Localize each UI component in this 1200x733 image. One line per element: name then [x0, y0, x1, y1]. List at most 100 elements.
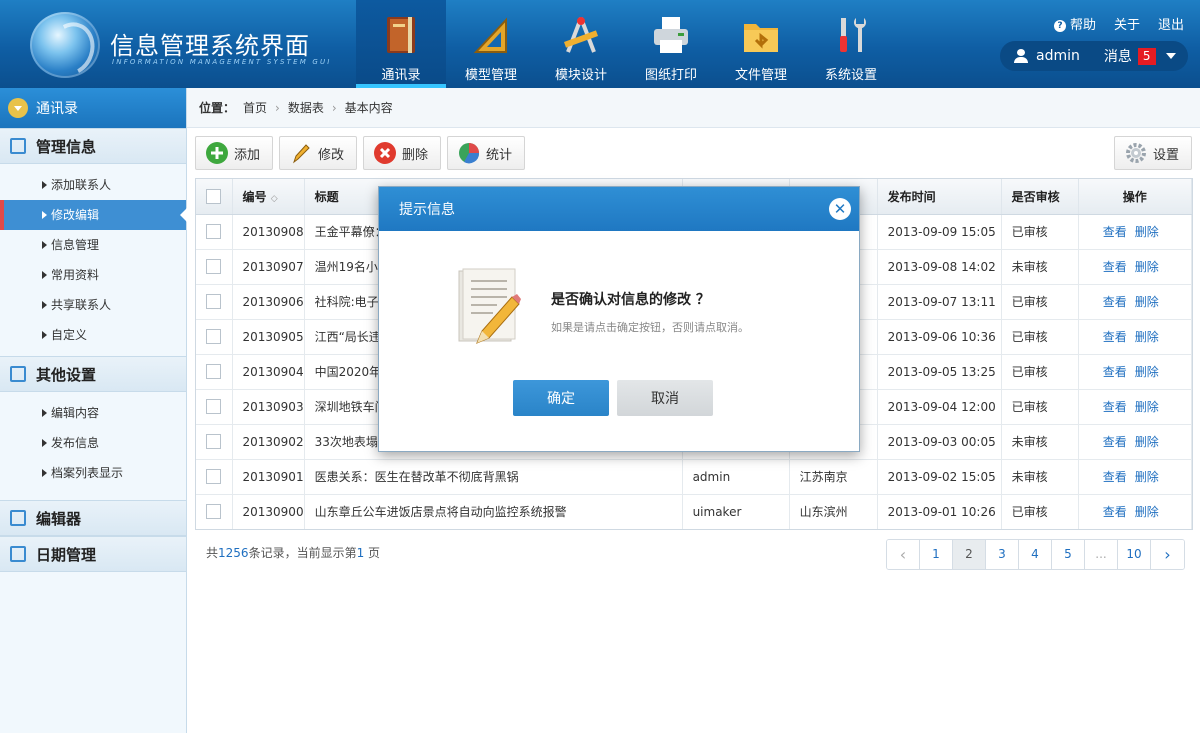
page-button[interactable]: 10	[1118, 540, 1151, 569]
dialog-question: 是否确认对信息的修改 ？	[551, 292, 710, 308]
sidebar-item-add-contact[interactable]: 添加联系人	[0, 170, 186, 200]
close-icon[interactable]: ✕	[829, 198, 851, 220]
delete-link[interactable]: 删除	[1135, 295, 1159, 309]
main-nav: 通讯录 模型管理 模块设计 图纸打印 文件管理 系统设置	[356, 0, 896, 88]
sidebar-item-shared-contacts[interactable]: 共享联系人	[0, 290, 186, 320]
delete-link[interactable]: 删除	[1135, 225, 1159, 239]
delete-link[interactable]: 删除	[1135, 400, 1159, 414]
view-link[interactable]: 查看	[1103, 505, 1127, 519]
user-icon	[1014, 49, 1028, 63]
sidebar-item-archive-list[interactable]: 档案列表显示	[0, 458, 186, 488]
view-link[interactable]: 查看	[1103, 400, 1127, 414]
about-link[interactable]: 关于	[1114, 14, 1140, 33]
row-checkbox[interactable]	[206, 504, 222, 520]
delete-link[interactable]: 删除	[1135, 505, 1159, 519]
add-button-label: 添加	[234, 147, 261, 163]
row-checkbox[interactable]	[206, 294, 222, 309]
username[interactable]: admin	[1036, 48, 1080, 64]
table-row: 20130900 山东章丘公车进饭店景点将自动向监控系统报警 uimaker 山…	[196, 494, 1193, 529]
nav-contacts[interactable]: 通讯录	[356, 0, 446, 88]
delete-link[interactable]: 删除	[1135, 435, 1159, 449]
row-checkbox[interactable]	[206, 364, 222, 379]
help-label: 帮助	[1069, 18, 1096, 33]
page-button[interactable]: 4	[1019, 540, 1052, 569]
delete-link[interactable]: 删除	[1135, 330, 1159, 344]
sidebar-item-common-data[interactable]: 常用资料	[0, 260, 186, 290]
prev-page-button[interactable]: ‹	[887, 540, 920, 569]
nav-drawing-print[interactable]: 图纸打印	[626, 0, 716, 88]
confirm-button[interactable]: 确定	[513, 380, 609, 416]
settings-button-label: 设置	[1152, 147, 1179, 163]
row-checkbox[interactable]	[206, 399, 222, 414]
row-checkbox[interactable]	[206, 259, 222, 274]
app-subtitle: INFORMATION MANAGEMENT SYSTEM GUI	[112, 58, 332, 66]
help-link[interactable]: ? 帮助	[1053, 14, 1096, 33]
sidebar-item-publish-info[interactable]: 发布信息	[0, 428, 186, 458]
chevron-down-circle-icon	[8, 98, 28, 118]
breadcrumb-label: 位置：	[199, 101, 236, 115]
sidebar-group-editor[interactable]: 编辑器	[0, 500, 186, 536]
page-button[interactable]: 5	[1052, 540, 1085, 569]
sidebar-item-edit-content[interactable]: 编辑内容	[0, 398, 186, 428]
chevron-down-icon[interactable]	[1165, 53, 1176, 59]
row-checkbox[interactable]	[206, 224, 222, 239]
delete-button[interactable]: 删除	[363, 136, 442, 170]
cancel-button[interactable]: 取消	[617, 380, 713, 416]
view-link[interactable]: 查看	[1103, 295, 1127, 309]
printer-icon	[650, 14, 692, 56]
view-link[interactable]: 查看	[1103, 435, 1127, 449]
sidebar-group-other-settings[interactable]: 其他设置	[0, 356, 186, 392]
sidebar-item-custom[interactable]: 自定义	[0, 320, 186, 350]
view-link[interactable]: 查看	[1103, 365, 1127, 379]
page-button[interactable]: 1	[920, 540, 953, 569]
row-checkbox[interactable]	[206, 434, 222, 449]
stats-button-label: 统计	[486, 147, 513, 163]
sidebar-group-date-management[interactable]: 日期管理	[0, 536, 186, 572]
cell-status: 已审核	[1001, 354, 1079, 390]
edit-button[interactable]: 修改	[279, 136, 358, 170]
row-select	[196, 249, 233, 285]
cell-title: 医患关系：医生在替改革不彻底背黑锅	[304, 459, 683, 495]
nav-file-management[interactable]: 文件管理	[716, 0, 806, 88]
view-link[interactable]: 查看	[1103, 225, 1127, 239]
column-header-id[interactable]: 编号 ◇	[232, 179, 305, 215]
nav-module-design[interactable]: 模块设计	[536, 0, 626, 88]
sidebar-item-edit[interactable]: 修改编辑	[0, 200, 187, 230]
delete-link[interactable]: 删除	[1135, 365, 1159, 379]
sidebar: 通讯录 管理信息 添加联系人 修改编辑 信息管理 常用资料 共享联系人 自定义 …	[0, 88, 187, 733]
select-all-checkbox[interactable]	[206, 188, 222, 204]
row-checkbox[interactable]	[206, 329, 222, 344]
cell-time: 2013-09-04 12:00	[877, 389, 1002, 425]
app-title: 信息管理系统界面	[110, 32, 310, 60]
view-link[interactable]: 查看	[1103, 470, 1127, 484]
sidebar-item-label: 常用资料	[51, 268, 100, 282]
view-link[interactable]: 查看	[1103, 330, 1127, 344]
delete-link[interactable]: 删除	[1135, 470, 1159, 484]
breadcrumb-home[interactable]: 首页	[243, 99, 267, 116]
breadcrumb-datatable[interactable]: 数据表	[288, 99, 324, 116]
add-button[interactable]: 添加	[195, 136, 274, 170]
sidebar-sublist-other-settings: 编辑内容 发布信息 档案列表显示	[0, 392, 186, 494]
row-select	[196, 424, 233, 460]
next-page-button[interactable]: ›	[1151, 540, 1184, 569]
delete-link[interactable]: 删除	[1135, 260, 1159, 274]
view-link[interactable]: 查看	[1103, 260, 1127, 274]
page-button-current[interactable]: 2	[953, 540, 986, 569]
settings-button[interactable]: 设置	[1113, 136, 1192, 170]
nav-model-management[interactable]: 模型管理	[446, 0, 536, 88]
record-count: 1256	[218, 546, 249, 560]
row-checkbox[interactable]	[206, 469, 222, 484]
sidebar-header[interactable]: 通讯录	[0, 88, 186, 128]
cell-status: 已审核	[1001, 284, 1079, 320]
sort-icon: ◇	[270, 193, 278, 204]
page-button[interactable]: 3	[986, 540, 1019, 569]
logout-link[interactable]: 退出	[1158, 14, 1184, 33]
stats-button[interactable]: 统计	[447, 136, 526, 170]
sidebar-group-manage-info[interactable]: 管理信息	[0, 128, 186, 164]
dialog-header: 提示信息 ✕	[379, 187, 859, 231]
nav-system-settings[interactable]: 系统设置	[806, 0, 896, 88]
list-icon	[10, 138, 26, 154]
sidebar-item-info-management[interactable]: 信息管理	[0, 230, 186, 260]
messages-label[interactable]: 消息	[1104, 46, 1132, 66]
sidebar-item-label: 共享联系人	[51, 298, 112, 312]
